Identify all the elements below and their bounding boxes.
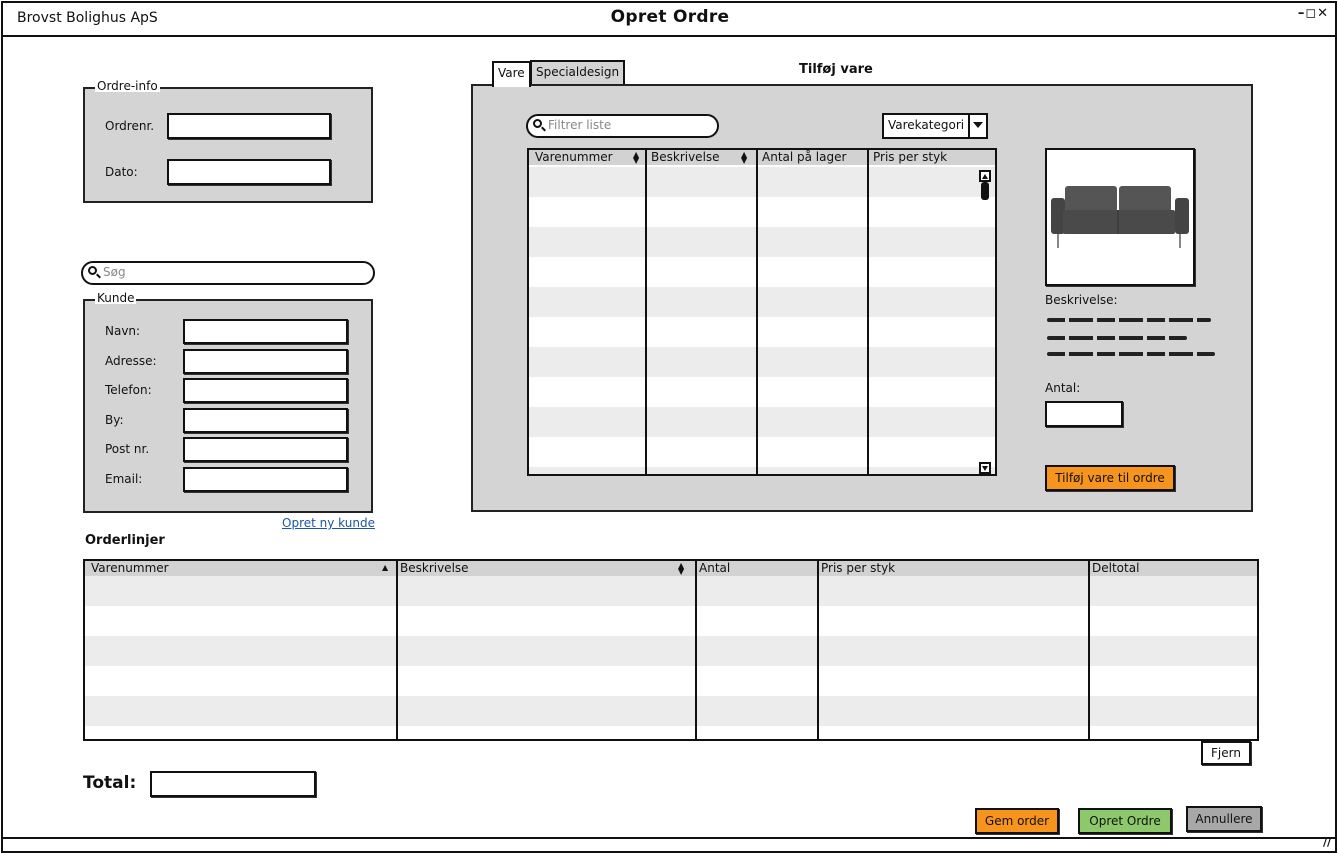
filter-list-input[interactable]: Filtrer liste <box>526 114 719 138</box>
column-divider <box>645 150 647 474</box>
order-lines-header <box>85 561 1257 576</box>
customer-field-label: Telefon: <box>105 383 152 398</box>
column-divider <box>817 561 819 739</box>
titlebar-divider <box>3 35 1337 37</box>
table-row[interactable] <box>529 287 995 317</box>
add-item-title: Tilføj vare <box>799 62 873 77</box>
order-no-field[interactable] <box>167 113 331 139</box>
status-divider <box>3 837 1337 839</box>
sort-ascending-icon[interactable]: ▲ <box>382 564 388 572</box>
cancel-button[interactable]: Annullere <box>1186 806 1262 832</box>
order-col-pris[interactable]: Pris per styk <box>817 561 895 576</box>
table-row[interactable] <box>529 467 995 474</box>
customer-field-label: Adresse: <box>105 353 157 368</box>
description-label: Beskrivelse: <box>1045 293 1118 307</box>
customer-field-label: Navn: <box>105 324 141 338</box>
product-table-scrollbar[interactable] <box>979 170 993 474</box>
tab-vare[interactable]: Vare <box>492 61 531 87</box>
order-info-group <box>83 87 373 203</box>
customer-field-label: By: <box>105 412 124 427</box>
scroll-thumb[interactable] <box>981 182 989 200</box>
table-row[interactable] <box>529 227 995 257</box>
sort-icon[interactable]: ▲ ▼ <box>741 151 747 165</box>
column-divider <box>1088 561 1090 739</box>
date-field[interactable] <box>167 159 331 185</box>
save-order-button[interactable]: Gem order <box>975 808 1059 834</box>
product-table: Varenummer Beskrivelse Antal på lager Pr… <box>527 148 997 476</box>
window-title: Opret Ordre <box>610 7 730 27</box>
description-text-placeholder <box>1047 352 1215 356</box>
customer-legend: Kunde <box>95 291 137 305</box>
app-window: Brovst Bolighus ApS Opret Ordre –◻✕ Ordr… <box>1 1 1337 853</box>
new-customer-link[interactable]: Opret ny kunde <box>282 516 375 530</box>
order-col-deltotal[interactable]: Deltotal <box>1088 561 1139 576</box>
add-to-order-label: Tilføj vare til ordre <box>1055 471 1165 485</box>
column-divider <box>396 561 398 739</box>
scroll-up-icon[interactable] <box>979 170 991 182</box>
resize-grip-icon[interactable]: // <box>1323 836 1331 849</box>
customer-search-input[interactable]: Søg <box>81 261 375 285</box>
customer-field-label: Post nr. <box>105 442 150 457</box>
add-to-order-button[interactable]: Tilføj vare til ordre <box>1045 465 1175 491</box>
customer-field-input[interactable] <box>183 467 348 492</box>
table-row[interactable] <box>529 347 995 377</box>
filter-placeholder: Filtrer liste <box>548 118 612 132</box>
remove-label: Fjern <box>1211 746 1241 760</box>
total-label: Total: <box>83 773 137 793</box>
order-lines-title: Orderlinjer <box>85 533 165 548</box>
table-row[interactable] <box>529 167 995 197</box>
total-field <box>150 771 316 797</box>
cancel-label: Annullere <box>1195 812 1253 826</box>
customer-field-input[interactable] <box>183 348 348 374</box>
product-col-varenummer[interactable]: Varenummer <box>531 150 613 165</box>
create-order-label: Opret Ordre <box>1089 814 1161 828</box>
quantity-field[interactable] <box>1045 401 1123 427</box>
product-col-antal[interactable]: Antal på lager <box>758 150 846 165</box>
table-row[interactable] <box>85 576 1257 606</box>
scroll-down-icon[interactable] <box>979 462 991 474</box>
tab-specialdesign-label: Specialdesign <box>536 65 620 79</box>
table-row[interactable] <box>529 407 995 437</box>
category-select-value: Varekategori <box>888 118 965 132</box>
sort-icon[interactable]: ▲ ▼ <box>678 562 684 576</box>
quantity-label: Antal: <box>1045 381 1081 395</box>
save-order-label: Gem order <box>984 814 1050 828</box>
sofa-icon <box>1051 186 1189 248</box>
customer-search-placeholder: Søg <box>103 265 126 279</box>
product-col-beskrivelse[interactable]: Beskrivelse <box>647 150 720 165</box>
customer-field-label: Email: <box>105 472 143 486</box>
order-col-antal[interactable]: Antal <box>695 561 730 576</box>
search-icon <box>88 266 97 275</box>
order-col-varenummer[interactable]: Varenummer <box>87 561 169 576</box>
create-order-button[interactable]: Opret Ordre <box>1078 808 1172 834</box>
category-select[interactable]: Varekategori <box>882 113 988 139</box>
search-icon <box>533 119 542 128</box>
date-label: Dato: <box>105 165 138 179</box>
customer-field-input[interactable] <box>183 319 348 344</box>
customer-field-input[interactable] <box>183 437 348 463</box>
product-col-pris[interactable]: Pris per styk <box>869 150 947 165</box>
table-row[interactable] <box>85 696 1257 726</box>
tab-vare-label: Vare <box>498 66 525 80</box>
window-controls[interactable]: –◻✕ <box>1298 6 1329 21</box>
order-info-legend: Ordre-info <box>95 79 160 93</box>
description-text-placeholder <box>1047 318 1211 322</box>
column-divider <box>695 561 697 739</box>
order-col-beskrivelse[interactable]: Beskrivelse <box>396 561 469 576</box>
order-lines-table: Varenummer Beskrivelse Antal Pris per st… <box>83 559 1259 741</box>
description-text-placeholder <box>1047 336 1187 340</box>
order-no-label: Ordrenr. <box>105 119 155 133</box>
customer-field-input[interactable] <box>183 378 348 404</box>
column-divider <box>867 150 869 474</box>
tab-specialdesign[interactable]: Specialdesign <box>530 60 626 84</box>
chevron-down-icon[interactable] <box>968 115 986 137</box>
column-divider <box>756 150 758 474</box>
table-row[interactable] <box>85 636 1257 666</box>
remove-button[interactable]: Fjern <box>1201 741 1251 765</box>
sort-icon[interactable]: ▲ ▼ <box>633 151 639 165</box>
product-image <box>1045 148 1195 286</box>
customer-field-input[interactable] <box>183 407 348 433</box>
